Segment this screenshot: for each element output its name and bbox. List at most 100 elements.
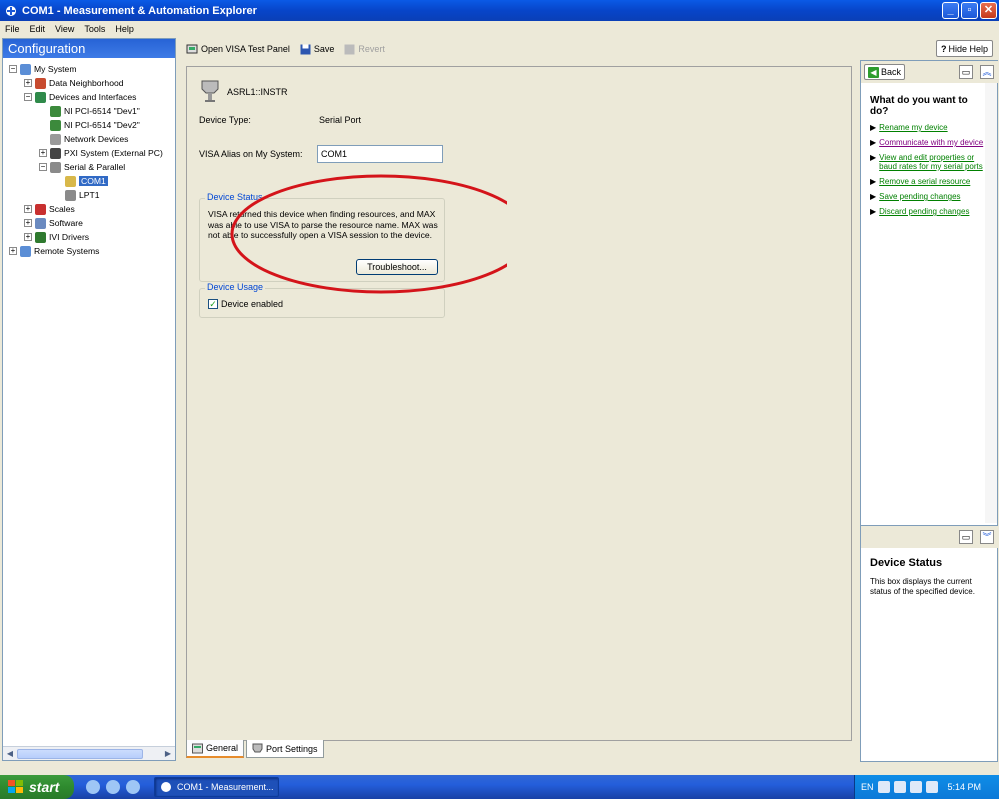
tree-node-icon [35,91,46,103]
menu-edit[interactable]: Edit [25,24,51,34]
test-panel-icon [186,44,198,54]
tree-item[interactable]: + IVI Drivers [3,230,175,244]
tree-item-label: COM1 [79,176,108,186]
help-link-text[interactable]: Communicate with my device [879,138,983,147]
help-link-text[interactable]: Discard pending changes [879,207,969,216]
help-link-communicate[interactable]: ▶ Communicate with my device [870,138,985,147]
minimize-button[interactable]: _ [942,2,959,19]
help-link-remove[interactable]: ▶ Remove a serial resource [870,177,985,186]
revert-icon [344,44,355,54]
safely-remove-tray-icon[interactable] [909,781,922,793]
tree-expander-icon[interactable]: + [9,247,17,255]
menu-file[interactable]: File [0,24,25,34]
back-button[interactable]: ◀ Back [864,64,906,80]
tree-item[interactable]: + PXI System (External PC) [3,146,175,160]
port-settings-icon [252,743,263,753]
tree-item-label: LPT1 [79,190,100,200]
tree-item-label: Network Devices [64,134,129,144]
tree-item[interactable]: − My System [3,62,175,76]
tab-port-settings[interactable]: Port Settings [246,740,324,758]
help-link-text[interactable]: View and edit properties or baud rates f… [879,153,985,171]
start-button[interactable]: start [0,775,74,799]
collapse-down-icon[interactable]: ︾ [980,530,994,544]
tree-item[interactable]: NI PCI-6514 "Dev1" [3,104,175,118]
menu-tools[interactable]: Tools [79,24,110,34]
tree-item[interactable]: − Serial & Parallel [3,160,175,174]
tree-item[interactable]: LPT1 [3,188,175,202]
tree-expander-icon[interactable]: + [39,149,47,157]
browser-icon[interactable] [106,780,120,794]
tree-expander-icon[interactable]: − [24,93,32,101]
volume-tray-icon[interactable] [925,781,938,793]
open-visa-test-panel-button[interactable]: Open VISA Test Panel [186,43,290,55]
horizontal-scrollbar[interactable]: ◀ ▶ [3,746,175,760]
tree-node-icon [65,189,76,201]
menu-view[interactable]: View [50,24,79,34]
help-heading: What do you want to do? [870,95,968,117]
tree-expander-icon[interactable]: + [24,79,32,87]
general-tab-icon [192,743,203,753]
collapse-up-icon[interactable]: ︽ [980,65,994,79]
tree-item[interactable]: + Remote Systems [3,244,175,258]
tree-item[interactable]: Network Devices [3,132,175,146]
ie-icon[interactable] [86,780,100,794]
help-vertical-scrollbar[interactable] [985,83,997,523]
toolbar: Open VISA Test Panel Save Revert ? Hide … [180,38,996,60]
clock[interactable]: 5:14 PM [948,782,982,792]
tree-expander-icon[interactable]: − [9,65,17,73]
open-visa-label: Open VISA Test Panel [201,44,290,54]
tree-node-icon [50,147,61,159]
taskbar-app-label: COM1 - Measurement... [177,782,274,792]
network-tray-icon[interactable] [893,781,906,793]
device-properties-panel: ASRL1::INSTR Device Type: Serial Port VI… [186,66,852,741]
help-tray-icon[interactable] [877,781,890,793]
help-window-icon[interactable]: ▭ [959,530,973,544]
revert-label: Revert [358,44,385,54]
save-icon [300,44,311,54]
quick-launch [86,780,140,794]
help-link-discard[interactable]: ▶ Discard pending changes [870,207,985,216]
tree-item[interactable]: + Data Neighborhood [3,76,175,90]
tab-bar: General Port Settings [186,740,324,758]
scroll-right-icon[interactable]: ▶ [162,748,174,760]
tree-item[interactable]: NI PCI-6514 "Dev2" [3,118,175,132]
tree-node-icon [20,63,31,75]
max-app-icon [6,5,16,16]
tree-expander-icon[interactable]: + [24,219,32,227]
title-bar[interactable]: COM1 - Measurement & Automation Explorer… [0,0,999,21]
hide-help-label: Hide Help [948,43,988,54]
taskbar-app-button[interactable]: COM1 - Measurement... [154,777,279,797]
help-link-text[interactable]: Rename my device [879,123,947,132]
tree-item[interactable]: + Scales [3,202,175,216]
tree-expander-icon[interactable]: + [24,205,32,213]
menu-help[interactable]: Help [110,24,139,34]
tree-item[interactable]: − Devices and Interfaces [3,90,175,104]
scroll-left-icon[interactable]: ◀ [4,748,16,760]
hide-help-button[interactable]: ? Hide Help [935,40,993,57]
tree-item[interactable]: COM1 [3,174,175,188]
tree-item-label: IVI Drivers [49,232,90,242]
tree-expander-icon[interactable]: + [24,233,32,241]
tab-general[interactable]: General [186,740,245,758]
tree-item-label: My System [34,64,77,74]
revert-button[interactable]: Revert [344,44,385,55]
help-link-save[interactable]: ▶ Save pending changes [870,192,985,201]
bullet-arrow-icon: ▶ [870,153,877,162]
max-quicklaunch-icon[interactable] [126,780,140,794]
language-indicator[interactable]: EN [861,782,874,792]
help-link-rename[interactable]: ▶ Rename my device [870,123,985,132]
maximize-button[interactable]: ▫ [961,2,978,19]
save-button[interactable]: Save [300,44,334,55]
system-tray: EN 5:14 PM [854,775,999,799]
help-link-view-edit[interactable]: ▶ View and edit properties or baud rates … [870,153,985,171]
help-link-text[interactable]: Save pending changes [879,192,960,201]
tree-expander-icon[interactable]: − [39,163,47,171]
help-window-icon[interactable]: ▭ [959,65,973,79]
close-button[interactable]: ✕ [980,2,997,19]
help-link-text[interactable]: Remove a serial resource [879,177,970,186]
tree-item[interactable]: + Software [3,216,175,230]
scroll-thumb[interactable] [17,749,143,759]
tab-port-settings-label: Port Settings [266,743,318,754]
help-pane: ◀ Back ▭ ︽ What do you want to do? ▶ Rena… [860,60,998,762]
main-window: COM1 - Measurement & Automation Explorer… [0,0,999,775]
